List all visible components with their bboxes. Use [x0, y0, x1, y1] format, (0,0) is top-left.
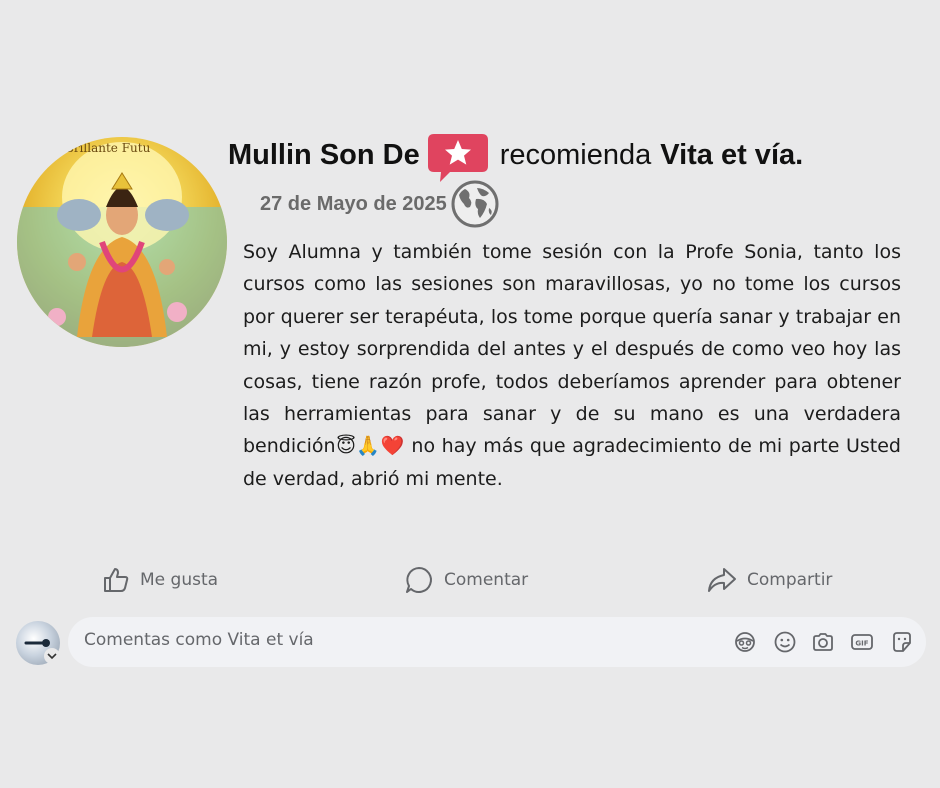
- author-avatar[interactable]: Brillante Futu: [17, 137, 227, 347]
- post-meta: 27 de Mayo de 2025: [260, 180, 499, 228]
- chevron-down-icon[interactable]: [44, 648, 60, 664]
- camera-icon[interactable]: [811, 630, 835, 654]
- speech-bubble-icon: [406, 567, 432, 593]
- review-text: Soy Alumna y también tome sesión con la …: [243, 241, 901, 490]
- recommend-text: recomienda: [499, 138, 652, 171]
- avatar-caption: Brillante Futu: [65, 141, 151, 155]
- sticker-icon[interactable]: [890, 630, 914, 654]
- like-button[interactable]: Me gusta: [102, 560, 218, 600]
- post-header: Mullin Son De recomienda Vita et vía.: [228, 134, 803, 182]
- like-label: Me gusta: [140, 570, 219, 590]
- comment-button[interactable]: Comentar: [404, 560, 528, 600]
- share-button[interactable]: Compartir: [707, 560, 832, 600]
- thumbs-up-icon: [104, 568, 129, 592]
- gif-icon[interactable]: GIF: [850, 630, 874, 654]
- share-label: Compartir: [747, 570, 833, 590]
- post-actions: Me gusta Comentar Compartir: [0, 560, 940, 600]
- page-name[interactable]: Vita et vía.: [660, 139, 803, 172]
- avatar-sticker-icon[interactable]: [733, 630, 757, 654]
- star-speech-bubble-icon: [427, 134, 488, 184]
- author-name[interactable]: Mullin Son De: [228, 139, 420, 172]
- comment-composer: Comentas como Vita et vía GIF: [0, 616, 940, 672]
- svg-text:GIF: GIF: [855, 640, 868, 648]
- comment-label: Comentar: [444, 570, 529, 590]
- emoji-icon[interactable]: [773, 630, 797, 654]
- globe-icon: [451, 180, 499, 228]
- comment-placeholder: Comentas como Vita et vía: [84, 630, 314, 650]
- goddess-illustration: [17, 142, 227, 347]
- post-date[interactable]: 27 de Mayo de 2025: [260, 193, 447, 216]
- share-arrow-icon: [708, 568, 736, 592]
